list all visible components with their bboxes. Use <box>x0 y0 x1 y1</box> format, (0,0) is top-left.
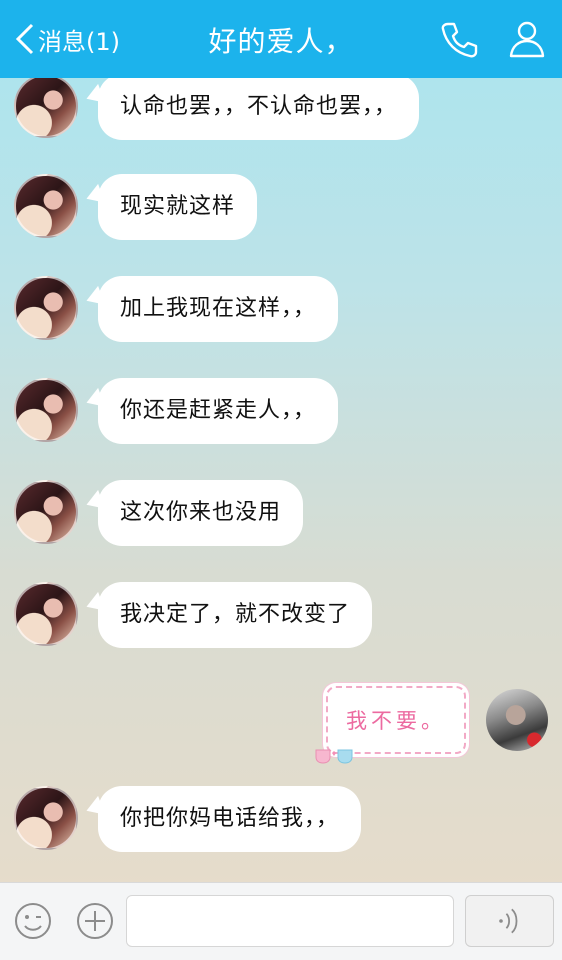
own-avatar[interactable] <box>486 689 548 751</box>
message-bubble[interactable]: 你把你妈电话给我，， <box>98 786 362 852</box>
contact-avatar[interactable] <box>14 276 78 340</box>
message-bubble[interactable]: 加上我现在这样，， <box>98 276 339 342</box>
message-row: 这次你来也没用 <box>14 480 304 546</box>
own-message-row: 我不要。 <box>315 686 548 764</box>
message-bubble[interactable]: 认命也罢，，不认命也罢，， <box>98 78 420 140</box>
voice-icon <box>498 908 517 934</box>
contact-avatar[interactable] <box>14 378 78 442</box>
message-row: 你还是赶紧走人，， <box>14 378 339 444</box>
contact-avatar[interactable] <box>14 174 78 238</box>
message-row: 加上我现在这样，， <box>14 276 339 342</box>
emoji-icon <box>15 903 51 939</box>
message-bubble[interactable]: 现实就这样 <box>98 174 258 240</box>
message-bubble[interactable]: 我决定了，就不改变了 <box>98 582 373 648</box>
more-button[interactable] <box>75 901 115 941</box>
contact-avatar[interactable] <box>14 582 78 646</box>
phone-icon <box>441 22 478 58</box>
contact-avatar[interactable] <box>14 480 78 544</box>
message-row: 你把你妈电话给我，， <box>14 786 362 852</box>
voice-button[interactable] <box>465 895 554 947</box>
contact-avatar[interactable] <box>14 78 78 138</box>
input-bar <box>0 882 562 960</box>
sticker-bubble[interactable]: 我不要。 <box>315 686 466 764</box>
call-button[interactable] <box>438 18 480 60</box>
message-input[interactable] <box>126 895 454 947</box>
top-bar: 消息(1) 好的爱人， <box>0 0 562 78</box>
plus-icon <box>77 903 113 939</box>
teacups-icon <box>315 749 353 764</box>
message-row: 我决定了，就不改变了 <box>14 582 373 648</box>
sticker-text: 我不要。 <box>346 709 446 733</box>
contact-avatar[interactable] <box>14 786 78 850</box>
profile-button[interactable] <box>506 18 548 60</box>
chat-area[interactable]: 认命也罢，，不认命也罢，， 现实就这样 加上我现在这样，， 你还是赶紧走人，， … <box>0 78 562 882</box>
profile-icon <box>509 21 545 58</box>
message-row: 现实就这样 <box>14 174 258 240</box>
emoji-button[interactable] <box>13 901 53 941</box>
message-bubble[interactable]: 你还是赶紧走人，， <box>98 378 339 444</box>
message-bubble[interactable]: 这次你来也没用 <box>98 480 304 546</box>
message-row: 认命也罢，，不认命也罢，， <box>14 78 420 140</box>
